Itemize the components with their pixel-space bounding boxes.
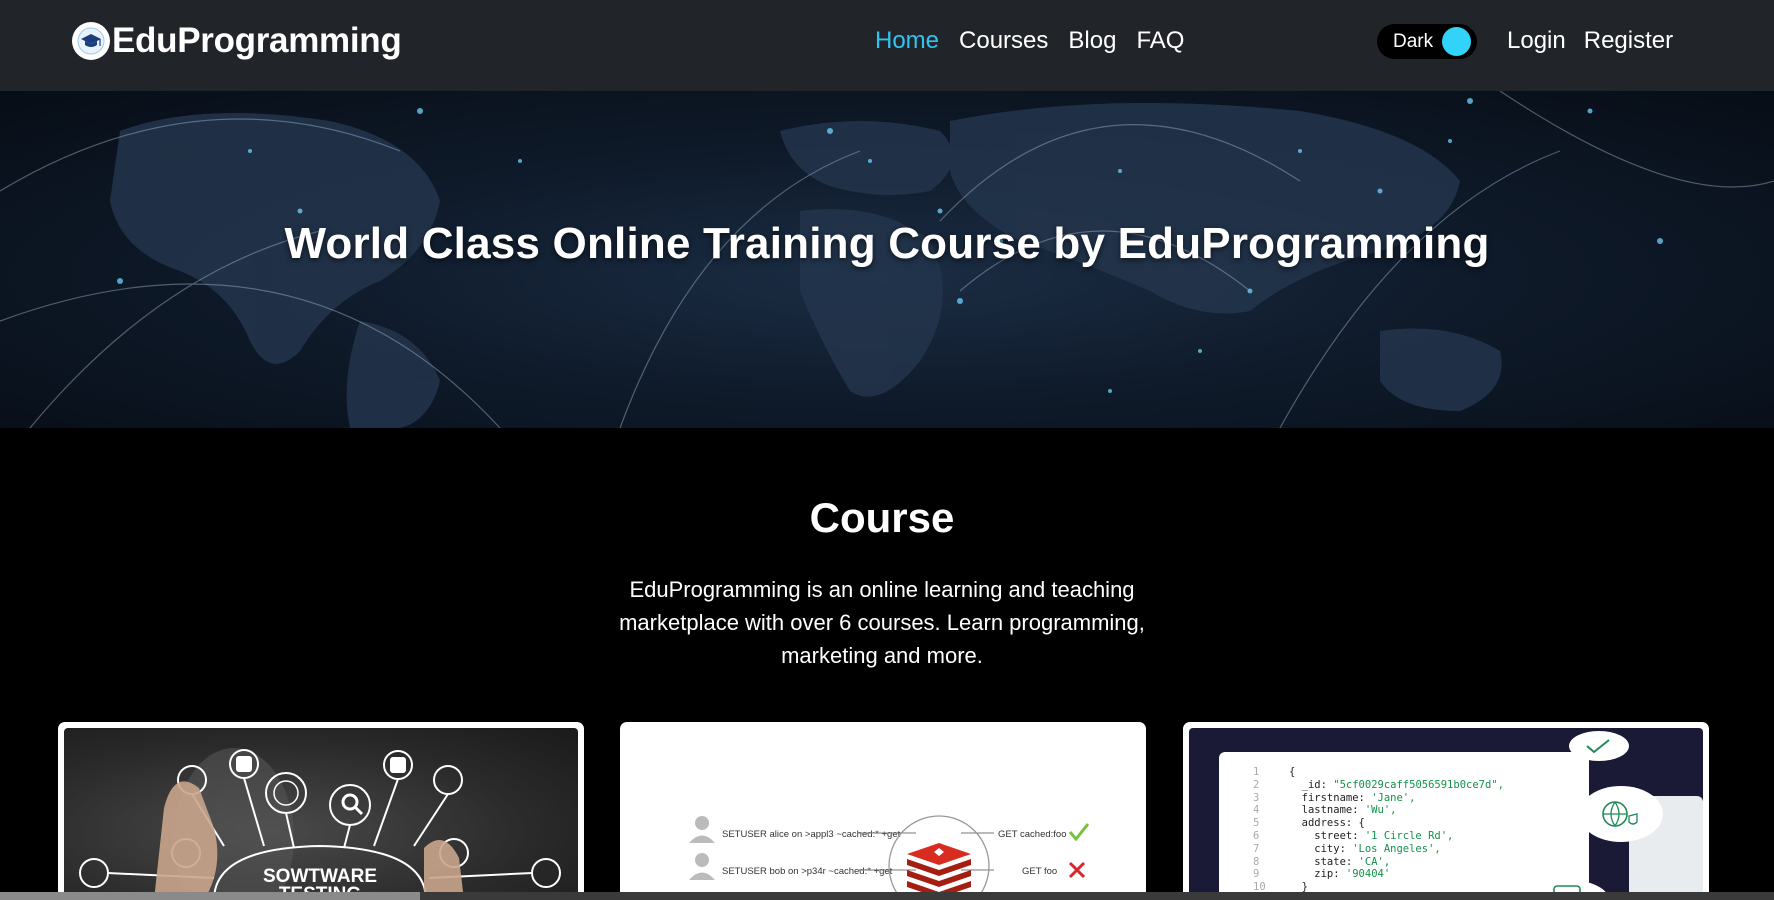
- dark-mode-toggle[interactable]: Dark: [1377, 24, 1477, 59]
- graduation-cap-icon: [72, 22, 110, 60]
- software-testing-illustration: SOWTWARE TESTING: [79, 748, 561, 900]
- user-icon: [689, 816, 715, 843]
- nav-faq[interactable]: FAQ: [1136, 27, 1184, 55]
- auth-links: Login Register: [1507, 27, 1673, 55]
- course-card[interactable]: SETUSER alice on >appl3 ~cached:* +get S…: [620, 722, 1146, 900]
- course-section-title: Course: [809, 494, 955, 541]
- course-card[interactable]: SOWTWARE TESTING: [58, 722, 584, 900]
- nav-home[interactable]: Home: [875, 27, 939, 55]
- course-image-software-testing: SOWTWARE TESTING: [64, 728, 578, 900]
- toggle-knob: [1442, 27, 1471, 56]
- course-image-redis: SETUSER alice on >appl3 ~cached:* +get S…: [626, 728, 1140, 900]
- acl-command-allowed: GET cached:foo: [998, 829, 1066, 840]
- acl-rule-alice: SETUSER alice on >appl3 ~cached:* +get: [722, 829, 901, 840]
- main-nav: Home Courses Blog FAQ: [875, 27, 1184, 55]
- course-image-mongodb: 1{ 2 _id: "5cf0029caff5056591b0ce7d", 3 …: [1189, 728, 1703, 900]
- scrollbar-thumb[interactable]: [0, 892, 420, 900]
- hero-banner: World Class Online Training Course by Ed…: [0, 91, 1774, 428]
- course-section-description: EduProgramming is an online learning and…: [619, 577, 1145, 668]
- navbar: EduProgramming Home Courses Blog FAQ Dar…: [0, 0, 1774, 91]
- acl-rule-bob: SETUSER bob on >p34r ~cached:* +get: [722, 866, 893, 877]
- nav-courses[interactable]: Courses: [959, 27, 1048, 55]
- theme-toggle-label: Dark: [1393, 30, 1434, 52]
- hero-title: World Class Online Training Course by Ed…: [284, 219, 1490, 268]
- mongodb-decoration: [1529, 731, 1703, 900]
- nav-blog[interactable]: Blog: [1068, 27, 1116, 55]
- user-icon: [689, 853, 715, 880]
- login-link[interactable]: Login: [1507, 27, 1566, 55]
- brand-link[interactable]: EduProgramming: [72, 21, 402, 61]
- register-link[interactable]: Register: [1584, 27, 1673, 55]
- acl-command-denied: GET foo: [1022, 866, 1057, 877]
- course-card[interactable]: 1{ 2 _id: "5cf0029caff5056591b0ce7d", 3 …: [1183, 722, 1709, 900]
- badge-check-icon: [1569, 731, 1629, 761]
- globe-shield-icon: [1579, 786, 1663, 842]
- brand-name: EduProgramming: [112, 21, 402, 60]
- redis-acl-diagram: SETUSER alice on >appl3 ~cached:* +get S…: [689, 815, 1090, 900]
- cross-icon: [1068, 861, 1086, 879]
- check-icon: [1068, 823, 1090, 842]
